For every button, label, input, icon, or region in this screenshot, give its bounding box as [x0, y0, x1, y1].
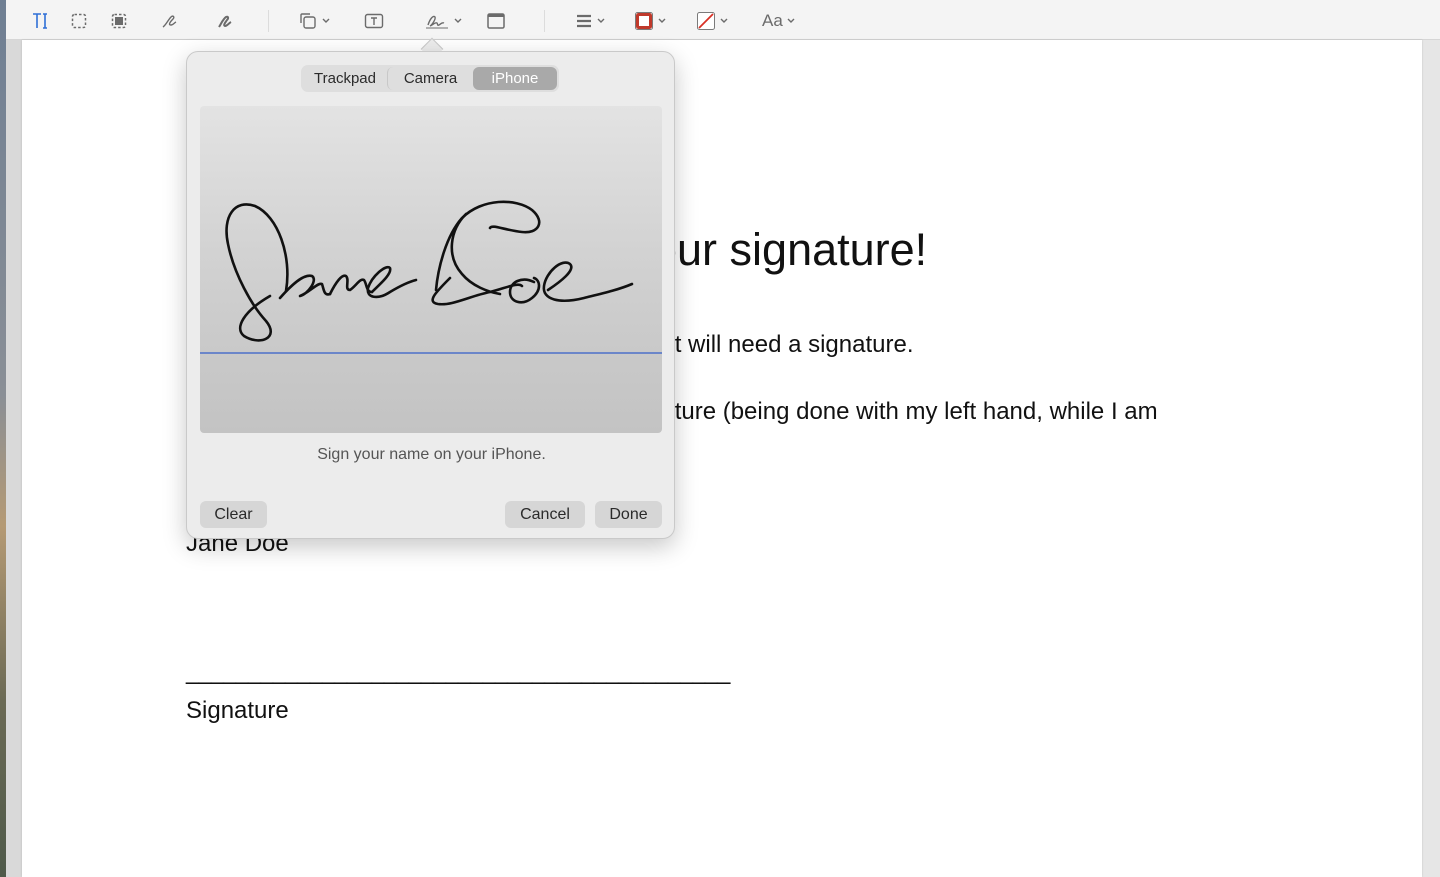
note-icon[interactable]: [486, 8, 506, 34]
text-style-button[interactable]: Aa: [762, 8, 795, 34]
signature-source-tabs: Trackpad Camera iPhone: [301, 65, 559, 92]
shape-style-icon[interactable]: [575, 8, 605, 34]
draw-icon[interactable]: [216, 8, 236, 34]
cancel-button[interactable]: Cancel: [505, 501, 585, 528]
tab-iphone[interactable]: iPhone: [473, 67, 557, 90]
sketch-icon[interactable]: [160, 8, 180, 34]
signature-caption: Signature: [186, 697, 289, 724]
chevron-down-icon: [597, 18, 605, 23]
chevron-down-icon: [454, 18, 462, 23]
tab-camera[interactable]: Camera: [387, 67, 473, 90]
fill-color-icon[interactable]: [696, 8, 728, 34]
window-edge: [1422, 0, 1440, 877]
markup-toolbar: Aa: [6, 0, 1440, 40]
desktop-wallpaper: [0, 0, 6, 877]
sign-icon[interactable]: [424, 8, 462, 34]
signature-line: ________________________________________…: [186, 658, 730, 685]
smart-lasso-icon[interactable]: [110, 8, 128, 34]
document-text-line: hat will need a signature.: [648, 331, 914, 358]
chevron-down-icon: [658, 18, 666, 23]
text-select-icon[interactable]: [30, 8, 50, 34]
text-style-icon: Aa: [762, 11, 783, 30]
chevron-down-icon: [720, 18, 728, 23]
rect-select-icon[interactable]: [70, 8, 88, 34]
signature-popover: Trackpad Camera iPhone Sign your name on…: [186, 51, 675, 539]
signature-drawing: [225, 200, 634, 342]
divider: [544, 10, 545, 32]
divider: [268, 10, 269, 32]
border-color-icon[interactable]: [634, 8, 666, 34]
document-heading: our signature!: [652, 224, 928, 275]
signature-hint: Sign your name on your iPhone.: [317, 446, 546, 463]
shapes-icon[interactable]: [298, 8, 330, 34]
signature-baseline: [200, 352, 662, 354]
tab-trackpad[interactable]: Trackpad: [303, 67, 387, 90]
text-box-icon[interactable]: [364, 8, 384, 34]
chevron-down-icon: [787, 18, 795, 23]
chevron-down-icon: [322, 18, 330, 23]
document-text-line: nature (being done with my left hand, wh…: [648, 398, 1158, 425]
clear-button[interactable]: Clear: [200, 501, 267, 528]
signature-canvas[interactable]: [200, 106, 662, 433]
done-button[interactable]: Done: [595, 501, 662, 528]
